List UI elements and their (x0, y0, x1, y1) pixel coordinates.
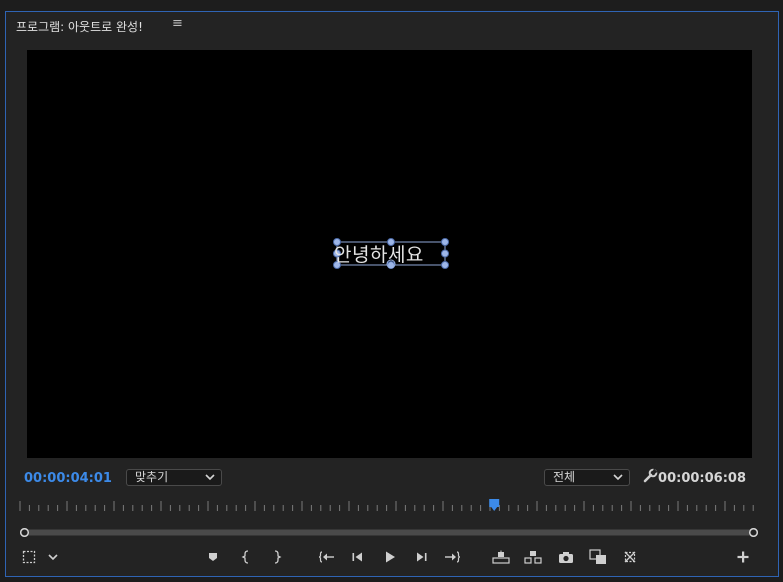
multi-camera-icon[interactable] (620, 547, 640, 567)
plus-icon[interactable] (733, 547, 753, 567)
current-timecode[interactable]: 00:00:04:01 (24, 471, 112, 486)
step-back-icon[interactable] (348, 547, 368, 567)
playback-resolution-value: 전체 (553, 470, 576, 484)
go-to-out-icon[interactable] (442, 547, 462, 567)
chevron-down-icon (613, 471, 623, 487)
caption-text[interactable]: 안녕하세요 (334, 240, 424, 267)
program-monitor-panel: 프로그램: 아웃트로 완성! ≡ 안녕하세요 00:00:04:01 맞추기 전… (5, 11, 779, 577)
scrollbar-right-handle (748, 528, 758, 537)
chevron-down-icon[interactable] (43, 547, 63, 567)
zoom-level-value: 맞추기 (135, 470, 169, 484)
chevron-down-icon (205, 471, 215, 487)
panel-menu-icon[interactable]: ≡ (172, 16, 183, 31)
transform-handle (441, 249, 449, 258)
transform-handle (441, 261, 449, 269)
time-ruler[interactable] (18, 499, 762, 513)
mark-out-icon[interactable] (266, 547, 286, 567)
playhead-marker (489, 499, 500, 511)
wrench-icon[interactable] (642, 468, 658, 488)
panel-title[interactable]: 프로그램: 아웃트로 완성! (16, 18, 143, 35)
scrollbar-left-handle (20, 528, 30, 537)
extract-icon[interactable] (523, 547, 543, 567)
add-marker-icon[interactable] (203, 547, 223, 567)
lift-icon[interactable] (491, 547, 511, 567)
camera-icon[interactable] (556, 547, 576, 567)
transform-handle (441, 238, 449, 246)
step-forward-icon[interactable] (411, 547, 431, 567)
mark-in-icon[interactable] (237, 547, 257, 567)
duration-timecode: 00:00:06:08 (658, 471, 746, 486)
playback-resolution-select[interactable]: 전체 (544, 469, 630, 486)
go-to-in-icon[interactable] (317, 547, 337, 567)
safe-margins-icon[interactable] (19, 547, 39, 567)
compare-view-icon[interactable] (588, 547, 608, 567)
zoom-level-select[interactable]: 맞추기 (126, 469, 222, 486)
video-viewer[interactable]: 안녕하세요 (27, 50, 752, 458)
play-icon[interactable] (380, 547, 400, 567)
zoom-scrollbar[interactable] (20, 528, 758, 537)
